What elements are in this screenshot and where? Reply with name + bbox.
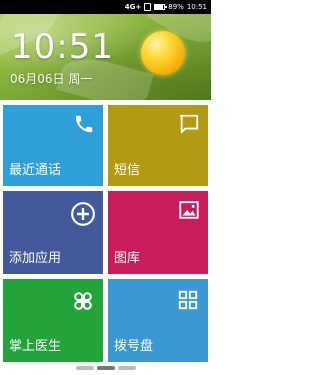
battery-icon	[154, 4, 168, 10]
sim-card-icon	[144, 3, 152, 11]
clover-icon	[74, 292, 92, 310]
dialpad-icon	[178, 290, 198, 310]
status-time: 10:51	[186, 3, 207, 11]
tile-recent-calls[interactable]: 最近通话	[3, 105, 103, 186]
tile-label: 添加应用	[9, 251, 62, 266]
tile-label: 最近通话	[9, 163, 62, 178]
page-dot[interactable]	[117, 366, 136, 370]
tile-label: 拨号盘	[114, 339, 154, 354]
page-dot-active[interactable]	[96, 366, 115, 370]
tile-pocket-doctor[interactable]: 掌上医生	[3, 279, 103, 362]
network-indicator: 4G+	[124, 3, 142, 11]
tile-messages[interactable]: 短信	[108, 105, 208, 186]
add-circle-icon	[71, 202, 95, 226]
message-icon	[179, 114, 199, 134]
clock-time: 10:51	[11, 27, 114, 67]
battery-percent: 89%	[168, 3, 184, 11]
clock-date: 06月06日 周一	[10, 72, 93, 86]
page-dot[interactable]	[75, 366, 94, 370]
battery-fill	[155, 5, 164, 9]
tile-gallery[interactable]: 图库	[108, 191, 208, 274]
page-indicator	[0, 366, 211, 372]
tile-label: 掌上医生	[9, 339, 62, 354]
tile-label: 图库	[114, 251, 141, 266]
tile-label: 短信	[114, 163, 141, 178]
tile-dialpad[interactable]: 拨号盘	[108, 279, 208, 362]
tile-add-app[interactable]: 添加应用	[3, 191, 103, 274]
status-bar: 4G+ 89% 10:51	[0, 0, 211, 14]
sun-icon	[141, 31, 185, 75]
phone-icon	[75, 115, 93, 133]
gallery-icon	[179, 201, 199, 219]
